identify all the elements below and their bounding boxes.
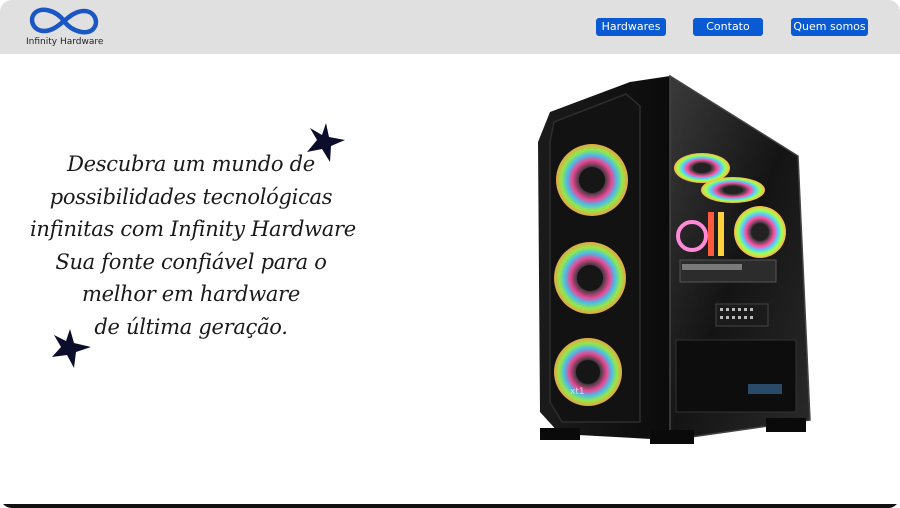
hero-line: infinitas com Infinity Hardware bbox=[30, 217, 356, 241]
infinity-icon bbox=[29, 7, 99, 35]
star-icon bbox=[307, 123, 345, 162]
site-header: Infinity Hardware Hardwares Contato Quem… bbox=[0, 0, 900, 54]
page: Infinity Hardware Hardwares Contato Quem… bbox=[0, 0, 900, 508]
star-icon bbox=[52, 329, 91, 368]
nav-quem-somos-button[interactable]: Quem somos bbox=[791, 18, 868, 36]
svg-text:xt1: xt1 bbox=[570, 387, 585, 397]
logo[interactable]: Infinity Hardware bbox=[22, 4, 108, 50]
hero-line: Sua fonte confiável para o bbox=[55, 249, 327, 274]
hero-headline: Descubra um mundo de possibilidades tecn… bbox=[30, 148, 356, 343]
logo-text: Infinity Hardware bbox=[26, 37, 104, 47]
nav-contato-button[interactable]: Contato bbox=[693, 18, 763, 36]
gaming-pc-case-image: xt1 bbox=[538, 74, 811, 444]
hero-line: melhor em hardware bbox=[81, 282, 301, 306]
nav-hardwares-button[interactable]: Hardwares bbox=[596, 18, 666, 36]
hero-line: possibilidades tecnológicas bbox=[49, 184, 333, 209]
footer-divider bbox=[0, 504, 900, 508]
